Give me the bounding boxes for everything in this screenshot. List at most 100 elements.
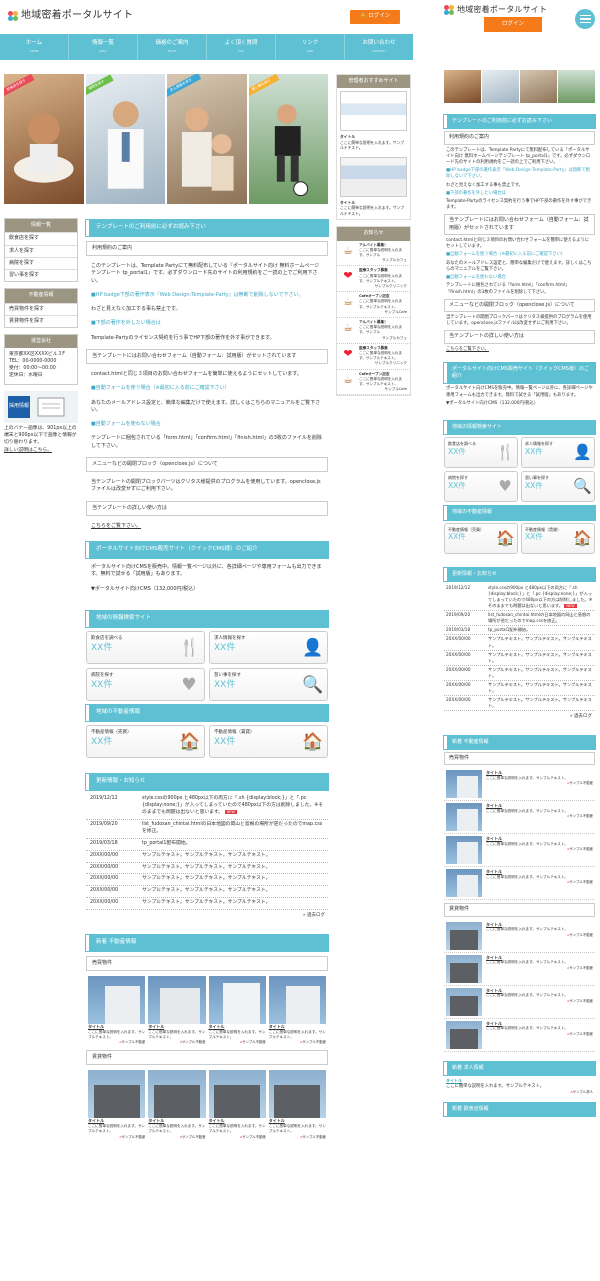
recommend-thumb-2[interactable]: [340, 156, 407, 197]
nav-faq[interactable]: よく頂く質問 FAQ: [207, 34, 276, 60]
remove-credit-title: ■下部の著作を外したい場合は: [91, 320, 161, 327]
magnifier-icon: 🔍: [573, 477, 592, 496]
nav-link[interactable]: リンク LINK: [276, 34, 345, 60]
notice-item[interactable]: ❤ 医療スタッフ募集 ここに簡単な説明を入れます。サンプルテキスト。 サンプルクリニッ…: [337, 266, 410, 293]
property-agent: サンプル不動産: [181, 1040, 206, 1045]
heart-hand-icon: ♥: [181, 674, 197, 695]
mobile-hero-photo[interactable]: [482, 70, 519, 103]
m-cms-price[interactable]: ▼ポータルサイト向けCMS（132,000円/税込）: [444, 401, 595, 407]
left-item-food[interactable]: 飲食店を探す: [5, 232, 77, 244]
left-item-sale[interactable]: 売買物件を探す: [5, 302, 77, 315]
recommend-title: 管理者おすすめサイト: [337, 75, 410, 89]
search-card-food[interactable]: 飲食店を調べる XX件 🍴: [86, 630, 205, 664]
news-text: サンプルテキスト。サンプルテキスト。サンプルテキスト。: [488, 636, 592, 648]
estate-card-sale[interactable]: 不動産情報（売買） XX件 🏠: [86, 724, 205, 758]
recruit-banner[interactable]: 採用情報: [4, 391, 78, 424]
mobile-hero-photo[interactable]: [444, 70, 481, 103]
news-row: 20XX/00/00 サンプルテキスト。サンプルテキスト。サンプルテキスト。: [86, 851, 328, 863]
property-desc: ここに簡単な説明を入れます。サンプルテキスト。: [88, 1029, 146, 1040]
notice-item[interactable]: ❤ 医療スタッフ募集 ここに簡単な説明を入れます。サンプルテキスト。 サンプルクリニッ…: [337, 344, 410, 370]
recruit-banner-tag: 採用情報: [8, 396, 30, 419]
property-card[interactable]: タイトル ここに簡単な説明を入れます。サンプルテキスト。 ⌂サンプル不動産: [148, 976, 206, 1045]
news-archive-link[interactable]: » 過去ログ: [86, 910, 328, 923]
cms-text: ポータルサイト向けCMSを販売中。情報一覧ページ以外に、各詳細ページや専用フォー…: [91, 564, 322, 578]
sale-heading: 売買物件: [86, 955, 328, 972]
building-image: [88, 976, 146, 1025]
site-logo[interactable]: 地域密着ポータルサイト: [8, 9, 133, 24]
property-card[interactable]: タイトル ここに簡単な説明を入れます。サンプルテキスト。 ⌂サンプル不動産: [88, 1070, 146, 1140]
mobile-hero-photo[interactable]: [558, 70, 595, 103]
notice-item[interactable]: ☕ Cafeオープン記念 ここに簡単な説明を入れます。サンプルテキスト。 サンプルCa…: [337, 292, 410, 318]
left-item-jobs[interactable]: 求人を探す: [5, 244, 77, 257]
left-item-hospital[interactable]: 病院を探す: [5, 256, 77, 269]
news-row: 20XX/00/00 サンプルテキスト。サンプルテキスト。サンプルテキスト。: [444, 635, 595, 651]
m-property-item[interactable]: タイトル ここに簡単な説明を入れます。サンプルテキスト。 ⌂サンプル不動産: [444, 801, 595, 835]
login-button[interactable]: 🔒 ログイン: [350, 10, 400, 24]
property-foot: ⌂サンプル不動産: [486, 933, 593, 938]
howto-link[interactable]: こちらをご覧下さい。: [86, 521, 328, 532]
m-estate-heading: 地域の不動産情報: [443, 505, 596, 521]
property-foot: ⌂サンプル不動産: [88, 1135, 145, 1140]
property-card[interactable]: タイトル ここに簡単な説明を入れます。サンプルテキスト。 ⌂サンプル不動産: [148, 1070, 206, 1139]
hero-photo-hospital[interactable]: 病院を探す: [85, 74, 165, 204]
notice-title: お知らせ: [337, 227, 410, 241]
m-estate-card-sale[interactable]: 不動産情報（売買） XX件 🏠: [444, 522, 518, 554]
nav-home[interactable]: ホーム HOME: [0, 34, 69, 60]
m-estate-card-rent[interactable]: 不動産情報（賃貸） XX件 🏠: [521, 522, 595, 554]
m-property-item[interactable]: タイトル ここに簡単な説明を入れます。サンプルテキスト。 ⌂サンプル不動産: [444, 1019, 595, 1052]
mobile-login-button[interactable]: ログイン: [484, 17, 542, 32]
property-card[interactable]: タイトル ここに簡単な説明を入れます。サンプルテキスト。 ⌂サンプル不動産: [268, 1070, 326, 1139]
nav-price[interactable]: 価格のご案内 PRICE: [138, 34, 207, 60]
mobile-logo[interactable]: 地域密着ポータルサイト: [444, 4, 547, 16]
property-card[interactable]: タイトル ここに簡単な説明を入れます。サンプルテキスト。 ⌂サンプル不動産: [208, 976, 266, 1045]
news-text: style.cssの900px と480px以下の両方に「.sh {displa…: [142, 796, 324, 817]
hero-photo-lessons[interactable]: 習い事を探す: [248, 74, 328, 204]
m-property-item[interactable]: タイトル ここに簡単な説明を入れます。サンプルテキスト。 ⌂サンプル不動産: [444, 953, 595, 986]
hero-photo-food[interactable]: 飲食店を探す: [4, 74, 84, 204]
notice-item[interactable]: ☕ アルバイト募集！ ここに簡単な説明を入れます。サンプル サンプルカフェ: [337, 318, 410, 344]
property-text: タイトル ここに簡単な説明を入れます。サンプルテキスト。 ⌂サンプル不動産: [486, 922, 593, 950]
nav-contact[interactable]: お問い合わせ CONTACT: [345, 34, 413, 60]
nav-label: リンク: [301, 40, 319, 46]
notice-item[interactable]: ☕ Cafeオープン記念 ここに簡単な説明を入れます。サンプルテキスト。 サンプルCa…: [337, 370, 410, 396]
news-list: 2019/12/12 style.cssの900px と480px以下の両方に「.…: [86, 794, 328, 911]
m-property-item[interactable]: タイトル ここに簡単な説明を入れます。サンプルテキスト。 ⌂サンプル不動産: [444, 834, 595, 868]
notice-box: お知らせ ☕ アルバイト募集！ ここに簡単な説明を入れます。サンプル サンプルカフェ …: [336, 226, 411, 397]
nav-info[interactable]: 情報一覧 INFO: [69, 34, 138, 60]
search-card-hospital[interactable]: 病院を探す XX件 ♥: [86, 667, 205, 701]
m-property-item[interactable]: タイトル ここに簡単な説明を入れます。サンプルテキスト。 ⌂サンプル不動産: [444, 920, 595, 953]
search-card-lessons[interactable]: 習い事を探す XX件 🔍: [209, 667, 328, 701]
m-search-card-hospital[interactable]: 病院を探す XX件 ♥: [444, 471, 518, 503]
building-image: [446, 954, 482, 983]
property-card[interactable]: タイトル ここに簡単な説明を入れます。サンプルテキスト。 ⌂サンプル不動産: [208, 1070, 266, 1139]
property-card[interactable]: タイトル ここに簡単な説明を入れます。サンプルテキスト。 ⌂サンプル不動産: [268, 976, 326, 1045]
property-agent: サンプル不動産: [242, 1134, 266, 1139]
recommend-thumb-1[interactable]: [340, 91, 407, 132]
m-search-card-food[interactable]: 飲食店を調べる XX件 🍴: [444, 437, 518, 469]
banner-detail-link[interactable]: 詳しい説明はこちら。: [4, 448, 52, 453]
property-agent: サンプル不動産: [242, 1040, 266, 1045]
left-item-lessons[interactable]: 習い事を探す: [5, 269, 77, 281]
search-card-jobs[interactable]: 求人情報を探す XX件 👤: [209, 630, 328, 664]
m-search-card-lessons[interactable]: 習い事を探す XX件 🔍: [521, 471, 595, 503]
nav-sub: CONTACT: [371, 48, 387, 53]
mobile-hero-photo[interactable]: [520, 70, 557, 103]
m-news-archive-link[interactable]: » 過去ログ: [444, 711, 595, 724]
m-property-item[interactable]: タイトル ここに簡単な説明を入れます。サンプルテキスト。 ⌂サンプル不動産: [444, 768, 595, 802]
hero-photo-jobs[interactable]: 求人情報を探す: [167, 74, 247, 204]
nav-sub: LINK: [306, 48, 314, 53]
property-card[interactable]: タイトル ここに簡単な説明を入れます。サンプルテキスト。 ⌂サンプル不動産: [88, 976, 146, 1045]
notice-item-foot: サンプルカフェ: [382, 258, 407, 263]
m-search-card-jobs[interactable]: 求人情報を探す XX件 👤: [521, 437, 595, 469]
property-text: タイトル ここに簡単な説明を入れます。サンプルテキスト。 ⌂サンプル不動産: [486, 770, 593, 798]
m-job-item[interactable]: タイトル ここに簡単な説明を入れます。サンプルテキスト。 ⌂サンプル求人: [444, 1078, 595, 1095]
m-howto-link[interactable]: こちらをご覧下さい。: [444, 347, 595, 353]
cms-price[interactable]: ▼ポータルサイト向けCMS（132,000円/税込）: [86, 584, 328, 595]
property-agent: サンプル不動産: [569, 965, 593, 970]
left-item-rent[interactable]: 賃貸物件を探す: [5, 314, 77, 327]
m-property-item[interactable]: タイトル ここに簡単な説明を入れます。サンプルテキスト。 ⌂サンプル不動産: [444, 867, 595, 901]
m-property-item[interactable]: タイトル ここに簡単な説明を入れます。サンプルテキスト。 ⌂サンプル不動産: [444, 986, 595, 1019]
estate-card-rent[interactable]: 不動産情報（賃貸） XX件 🏠: [209, 724, 328, 758]
notice-item[interactable]: ☕ アルバイト募集！ ここに簡単な説明を入れます。サンプル サンプルカフェ: [337, 241, 410, 267]
hamburger-menu-icon[interactable]: [575, 9, 595, 29]
